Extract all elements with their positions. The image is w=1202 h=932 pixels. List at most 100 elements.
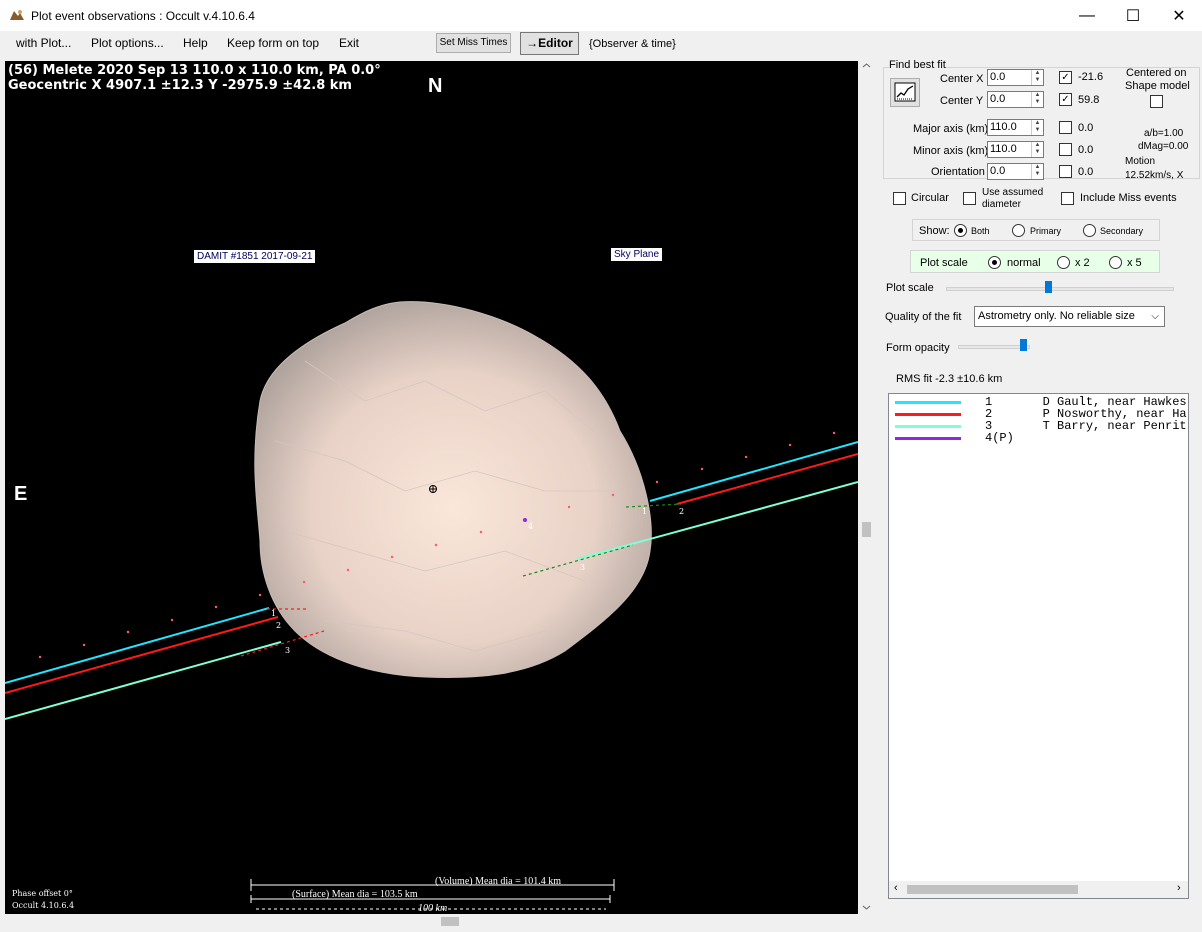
use-assumed-label: Use assumed: [982, 187, 1044, 198]
orientation-label: Orientation: [931, 166, 985, 178]
centered-on-shape-checkbox[interactable]: [1150, 95, 1163, 108]
chord-label-1-left: 1: [271, 609, 277, 618]
menu-help[interactable]: Help: [183, 36, 208, 50]
close-button[interactable]: ✕: [1156, 0, 1202, 31]
app-icon: [10, 10, 24, 20]
north-label: N: [428, 75, 443, 97]
orientation-result: 0.0: [1078, 166, 1094, 178]
list-item[interactable]: 4(P): [889, 432, 1189, 444]
chord-label-3-right: 3: [580, 563, 586, 572]
rms-fit: RMS fit -2.3 ±10.6 km: [896, 373, 1003, 385]
scroll-left-icon[interactable]: ‹: [894, 882, 898, 894]
asteroid-shape-model: [254, 301, 652, 679]
major-axis-label: Major axis (km): [913, 123, 989, 135]
menu-with-plot[interactable]: with Plot...: [16, 36, 71, 50]
list-item[interactable]: 3 T Barry, near Penrit: [889, 420, 1189, 432]
chord-2-swatch: [895, 413, 961, 416]
title-bar: Plot event observations : Occult v.4.10.…: [0, 0, 1202, 31]
chord-1-left: [5, 607, 270, 684]
scale-x5-label: x 5: [1127, 257, 1142, 269]
center-y-label: Center Y: [940, 95, 984, 107]
minor-axis-label: Minor axis (km): [913, 145, 989, 157]
chord-3-swatch: [895, 425, 961, 428]
observer-list[interactable]: 1 D Gault, near Hawkes 2 P Nosworthy, ne…: [888, 393, 1189, 899]
list-horizontal-scrollbar[interactable]: ‹ ›: [889, 881, 1188, 898]
scale-normal-label: normal: [1007, 257, 1041, 269]
major-axis-checkbox[interactable]: [1059, 121, 1072, 134]
observer-time-menu[interactable]: {Observer & time}: [589, 38, 676, 50]
event-summary: (56) Melete 2020 Sep 13 110.0 x 110.0 km…: [8, 63, 381, 78]
phase-offset: Phase offset 0°: [12, 889, 73, 898]
plot-scale-slider-label: Plot scale: [886, 282, 934, 294]
quality-of-fit-label: Quality of the fit: [885, 311, 962, 323]
center-x-input[interactable]: 0.0 ▲ ▼: [987, 69, 1044, 86]
plot-scale-group-label: Plot scale: [920, 257, 968, 269]
list-scroll-thumb[interactable]: [907, 885, 1078, 894]
center-marker: [429, 485, 437, 493]
east-label: E: [14, 483, 28, 505]
minor-axis-result: 0.0: [1078, 144, 1094, 156]
circular-checkbox[interactable]: [893, 192, 906, 205]
minor-axis-input[interactable]: 110.0 ▲ ▼: [987, 141, 1044, 158]
center-x-result: -21.6: [1078, 71, 1104, 83]
scale-normal-radio[interactable]: [988, 256, 1001, 269]
volume-mean-dia: (Volume) Mean dia = 101.4 km: [435, 876, 561, 887]
plot-canvas[interactable]: (56) Melete 2020 Sep 13 110.0 x 110.0 km…: [5, 61, 858, 914]
menu-plot-options[interactable]: Plot options...: [91, 36, 164, 50]
show-primary-radio[interactable]: [1012, 224, 1025, 237]
show-label: Show:: [919, 225, 950, 237]
major-axis-input[interactable]: 110.0 ▲ ▼: [987, 119, 1044, 136]
shape-model-label: Shape model: [1125, 80, 1190, 92]
plot-scale-slider-thumb[interactable]: [1045, 281, 1052, 293]
chord-4-swatch: [895, 437, 961, 440]
chord-label-2-right: 2: [679, 507, 685, 516]
chord-label-1-right: 1: [642, 507, 648, 516]
motion-label: Motion: [1125, 156, 1156, 167]
quality-of-fit-select[interactable]: Astrometry only. No reliable size ⌵: [974, 306, 1165, 327]
chord-1-right: [649, 441, 858, 502]
menu-exit[interactable]: Exit: [339, 36, 359, 50]
ab-ratio: a/b=1.00: [1144, 128, 1184, 139]
plot-scale-slider[interactable]: [946, 281, 1174, 297]
orientation-input[interactable]: 0.0 ▲ ▼: [987, 163, 1044, 180]
use-assumed-diameter-label: diameter: [982, 199, 1021, 210]
show-both-radio[interactable]: [954, 224, 967, 237]
show-secondary-label: Secondary: [1100, 226, 1144, 236]
scale-x2-radio[interactable]: [1057, 256, 1070, 269]
occult-version: Occult 4.10.6.4: [12, 901, 75, 910]
menu-keep-on-top[interactable]: Keep form on top: [227, 36, 319, 50]
fit-button[interactable]: [890, 78, 920, 107]
show-both-label: Both: [971, 226, 990, 236]
scale-x5-radio[interactable]: [1109, 256, 1122, 269]
find-best-fit-label: Find best fit: [889, 59, 946, 71]
chord-label-2-left: 2: [276, 621, 282, 630]
scroll-right-icon[interactable]: ›: [1177, 882, 1181, 894]
set-miss-times-button[interactable]: Set Miss Times: [436, 33, 511, 53]
minor-axis-checkbox[interactable]: [1059, 143, 1072, 156]
minimize-button[interactable]: —: [1064, 0, 1110, 31]
center-y-checkbox[interactable]: ✓: [1059, 93, 1072, 106]
form-opacity-slider-thumb[interactable]: [1020, 339, 1027, 351]
chord-1-swatch: [895, 401, 961, 404]
include-miss-events-checkbox[interactable]: [1061, 192, 1074, 205]
circular-label: Circular: [911, 192, 949, 204]
plot-vertical-scrollbar[interactable]: [858, 61, 875, 914]
center-y-input[interactable]: 0.0 ▲ ▼: [987, 91, 1044, 108]
plot-horizontal-scrollbar[interactable]: [5, 914, 858, 929]
use-assumed-diameter-checkbox[interactable]: [963, 192, 976, 205]
dmag-value: dMag=0.00: [1138, 141, 1189, 152]
scale-x2-label: x 2: [1075, 257, 1090, 269]
centered-on-label: Centered on: [1126, 67, 1187, 79]
form-opacity-slider[interactable]: [958, 339, 1030, 355]
surface-mean-dia: (Surface) Mean dia = 103.5 km: [292, 889, 418, 900]
show-secondary-radio[interactable]: [1083, 224, 1096, 237]
center-x-checkbox[interactable]: ✓: [1059, 71, 1072, 84]
orientation-checkbox[interactable]: [1059, 165, 1072, 178]
editor-button[interactable]: →Editor: [520, 32, 579, 55]
form-opacity-label: Form opacity: [886, 342, 950, 354]
maximize-button[interactable]: ☐: [1110, 0, 1156, 31]
include-miss-events-label: Include Miss events: [1080, 192, 1177, 204]
chord-label-4: 4: [528, 522, 534, 531]
scale-bar-label: 100 km: [418, 903, 448, 914]
center-x-label: Center X: [940, 73, 984, 85]
